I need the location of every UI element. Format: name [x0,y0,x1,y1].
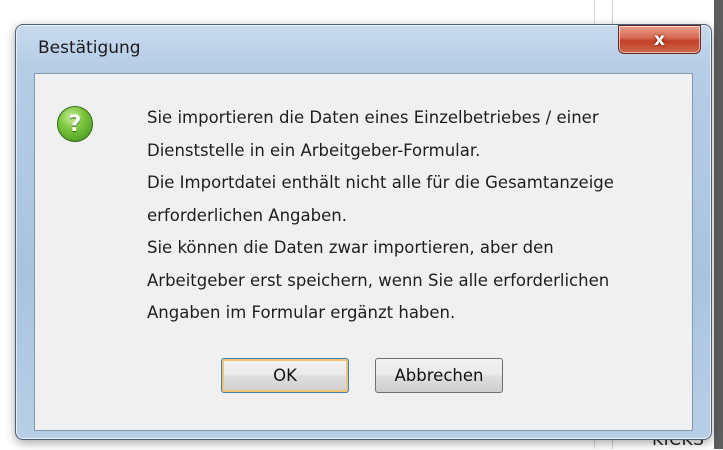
dialog-body: ? Sie importieren die Daten eines Einzel… [34,73,693,431]
message-line: erforderlichen Angaben. [147,205,347,225]
question-icon: ? [57,106,93,142]
close-button[interactable]: x [618,25,701,54]
confirmation-dialog: Bestätigung x ? Sie importieren die Date… [15,24,712,440]
message-line: Arbeitgeber erst speichern, wenn Sie all… [147,270,610,290]
dialog-title: Bestätigung [38,38,141,58]
message-line: Dienststelle in ein Arbeitgeber-Formular… [147,140,481,160]
cancel-button[interactable]: Abbrechen [375,358,503,393]
dialog-message: Sie importieren die Daten eines Einzelbe… [147,102,692,330]
message-line: Die Importdatei enthält nicht alle für d… [147,173,614,192]
ok-button[interactable]: OK [221,358,349,393]
message-line: Sie können die Daten zwar importieren, a… [147,238,554,257]
close-icon: x [654,29,665,50]
message-line: Sie importieren die Daten eines Einzelbe… [147,108,599,127]
background-scrollbar [714,0,723,449]
message-line: Angaben im Formular ergänzt haben. [147,303,456,322]
